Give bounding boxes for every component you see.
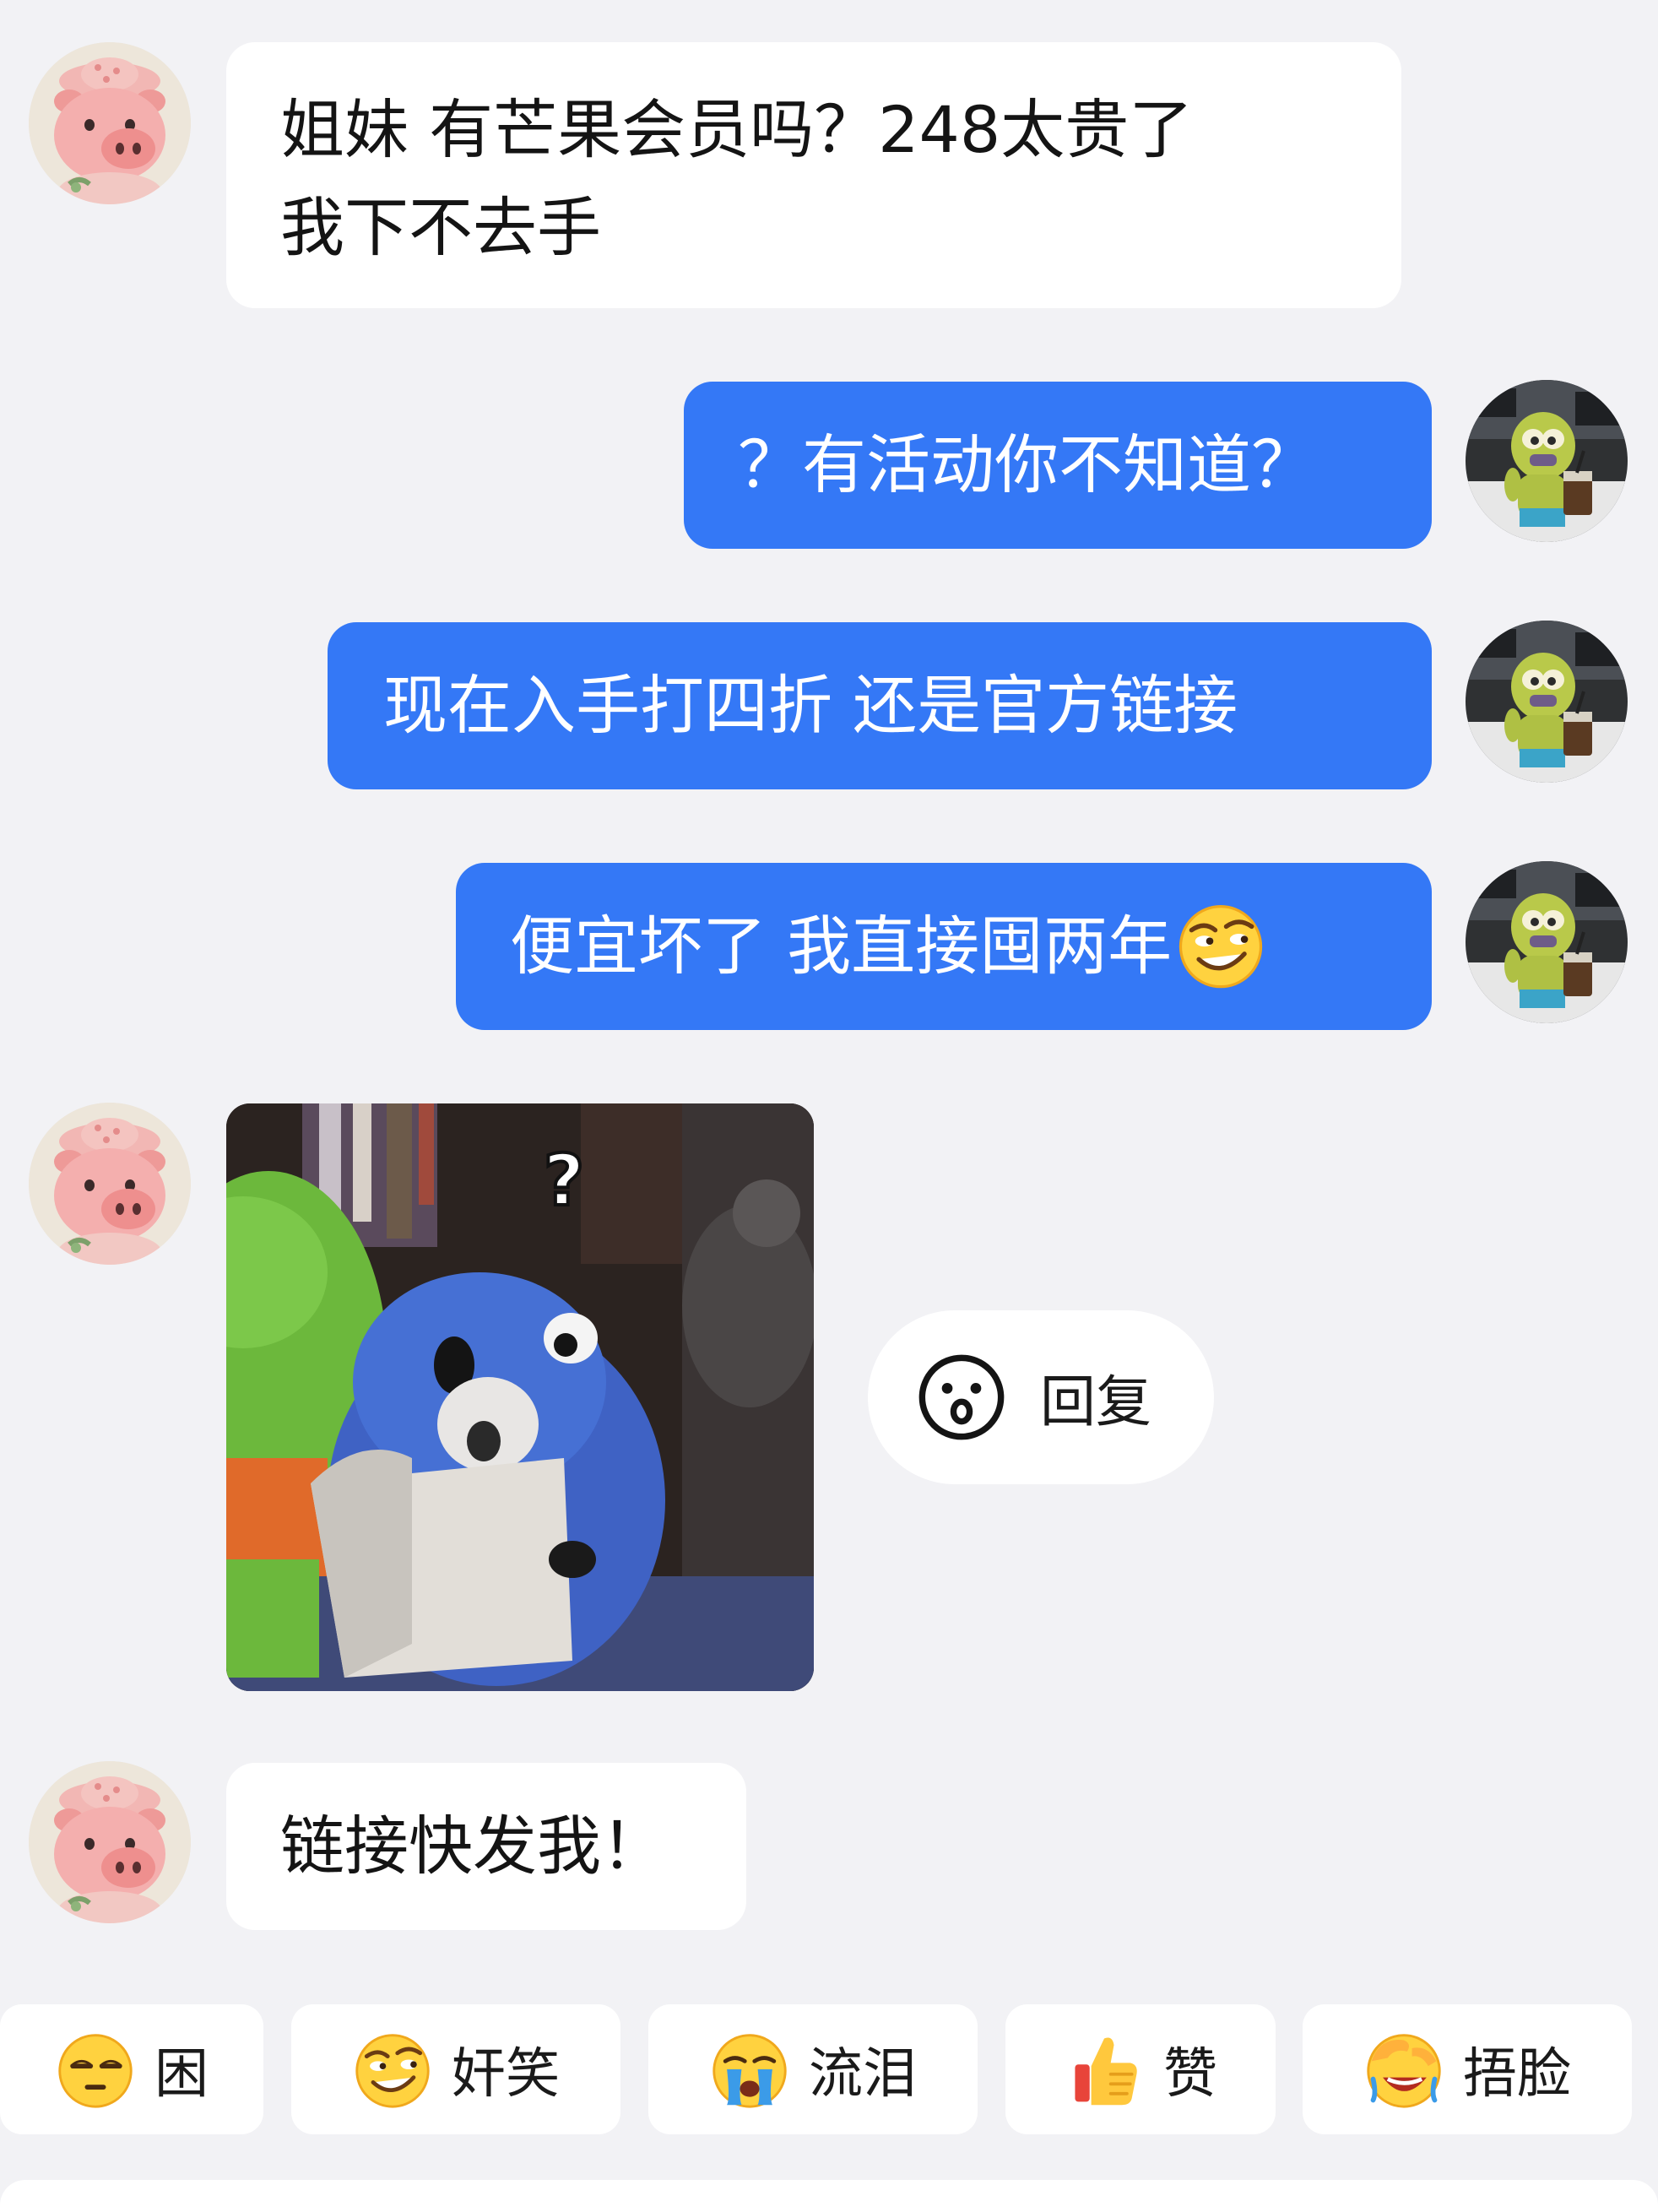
sticker-question-mark: ? — [544, 1139, 585, 1222]
smirk-emoji-icon — [1175, 899, 1266, 990]
message-line: 姐妹 有芒果会员吗？248太贵了 — [280, 92, 1194, 167]
message-input-bar[interactable] — [0, 2180, 1658, 2212]
contact-avatar[interactable] — [29, 42, 191, 204]
message-bubble-incoming[interactable]: 链接快发我！ — [226, 1763, 746, 1930]
quick-reaction-crying[interactable]: 流泪 — [648, 2004, 978, 2134]
quick-reaction-smirk[interactable]: 奸笑 — [291, 2004, 620, 2134]
message-bubble-outgoing[interactable]: 便宜坏了 我直接囤两年 — [456, 863, 1432, 1030]
message-bubble-incoming[interactable]: 姐妹 有芒果会员吗？248太贵了 我下不去手 — [226, 42, 1401, 308]
quick-reaction-facepalm[interactable]: 捂脸 — [1303, 2004, 1632, 2134]
self-avatar[interactable] — [1466, 861, 1628, 1023]
quick-reaction-sleepy[interactable]: 困 — [0, 2004, 263, 2134]
message-text: ？有活动你不知道？ — [738, 427, 1315, 502]
message-text: 便宜坏了 我直接囤两年 — [510, 908, 1173, 984]
quick-reaction-label: 困 — [154, 2043, 209, 2106]
quick-reaction-label: 赞 — [1163, 2043, 1217, 2106]
message-line: 我下不去手 — [280, 190, 601, 265]
quick-reaction-thumbs-up[interactable]: 赞 — [1005, 2004, 1276, 2134]
contact-avatar[interactable] — [29, 1761, 191, 1923]
crying-emoji-icon — [709, 2029, 790, 2110]
message-bubble-outgoing[interactable]: ？有活动你不知道？ — [684, 382, 1432, 549]
message-bubble-outgoing[interactable]: 现在入手打四折 还是官方链接 — [328, 622, 1432, 789]
reply-button-label: 回复 — [1040, 1369, 1151, 1434]
message-text: 现在入手打四折 还是官方链接 — [383, 668, 1238, 743]
smiley-face-icon — [917, 1353, 1006, 1442]
smirk-emoji-icon — [352, 2029, 433, 2110]
self-avatar[interactable] — [1466, 380, 1628, 542]
quick-reaction-label: 流泪 — [809, 2043, 917, 2106]
self-avatar[interactable] — [1466, 621, 1628, 783]
thumbs-up-emoji-icon — [1064, 2029, 1145, 2110]
reply-button[interactable]: 回复 — [868, 1310, 1214, 1484]
contact-avatar[interactable] — [29, 1103, 191, 1265]
quick-reaction-label: 奸笑 — [452, 2043, 560, 2106]
sleepy-emoji-icon — [55, 2029, 136, 2110]
sticker-image[interactable]: ? — [226, 1103, 814, 1691]
facepalm-emoji-icon — [1363, 2029, 1444, 2110]
message-text: 链接快发我！ — [280, 1808, 665, 1884]
quick-reaction-label: 捂脸 — [1463, 2043, 1571, 2106]
